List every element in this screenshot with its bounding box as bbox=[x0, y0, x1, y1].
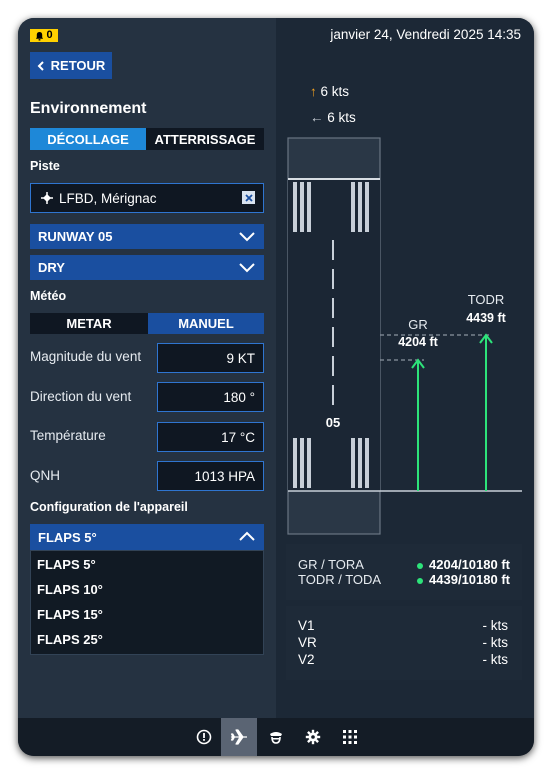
left-panel: 0 RETOUR Environnement DÉCOLLAGE ATTERRI… bbox=[18, 18, 276, 718]
clear-icon[interactable] bbox=[242, 191, 255, 204]
gr-tora-value: 4204/10180 ft bbox=[417, 557, 510, 572]
tab-atterrissage[interactable]: ATTERRISSAGE bbox=[146, 128, 264, 150]
flaps-option[interactable]: FLAPS 25° bbox=[37, 632, 103, 647]
v2-value: - kts bbox=[482, 652, 509, 667]
pilot-icon bbox=[270, 732, 282, 744]
chevron-down-icon bbox=[239, 232, 255, 242]
surface-select-value: DRY bbox=[38, 260, 65, 275]
flaps-select[interactable]: FLAPS 5° bbox=[30, 524, 264, 550]
surface-select[interactable]: DRY bbox=[30, 255, 264, 280]
nav-apps[interactable] bbox=[332, 718, 368, 756]
tablet-screen: 0 RETOUR Environnement DÉCOLLAGE ATTERRI… bbox=[18, 18, 534, 756]
back-button[interactable]: RETOUR bbox=[30, 52, 112, 79]
weather-section-label: Météo bbox=[30, 289, 67, 303]
flaps-option[interactable]: FLAPS 5° bbox=[37, 557, 96, 572]
wind-magnitude-input[interactable]: 9 KT bbox=[157, 343, 264, 373]
status-dot-icon bbox=[417, 577, 424, 584]
vr-label: VR bbox=[298, 635, 317, 650]
qnh-input[interactable]: 1013 HPA bbox=[157, 461, 264, 491]
v1-label: V1 bbox=[298, 618, 315, 633]
gr-arrow bbox=[411, 358, 425, 491]
airplane-icon bbox=[230, 729, 247, 745]
gr-value: 4204 ft bbox=[398, 335, 438, 349]
chevron-down-icon bbox=[239, 263, 255, 273]
flaps-menu: FLAPS 5° FLAPS 10° FLAPS 15° FLAPS 25° bbox=[30, 550, 264, 655]
gr-tora-label: GR / TORA bbox=[298, 557, 364, 572]
location-target-icon bbox=[41, 192, 53, 204]
apps-icon bbox=[343, 730, 357, 744]
todr-value: 4439 ft bbox=[466, 311, 506, 325]
aircraft-section-label: Configuration de l'appareil bbox=[30, 500, 188, 514]
nav-info[interactable] bbox=[186, 718, 222, 756]
todr-toda-label: TODR / TODA bbox=[298, 572, 382, 587]
alert-count: 0 bbox=[46, 29, 53, 41]
todr-arrow bbox=[479, 333, 493, 491]
v2-label: V2 bbox=[298, 652, 315, 667]
results-box: GR / TORA 4204/10180 ft TODR / TODA 4439… bbox=[286, 544, 522, 600]
bottom-nav bbox=[18, 718, 534, 756]
todr-toda-text: 4439/10180 ft bbox=[429, 572, 510, 587]
nav-pilot[interactable] bbox=[258, 718, 294, 756]
chevron-left-icon bbox=[37, 60, 44, 71]
tab-metar[interactable]: METAR bbox=[30, 313, 148, 334]
info-icon bbox=[196, 729, 212, 745]
temperature-label: Température bbox=[30, 428, 106, 443]
gear-icon bbox=[305, 729, 321, 745]
alert-badge[interactable]: 0 bbox=[30, 29, 58, 42]
runway-number: 05 bbox=[326, 415, 340, 430]
flaps-option[interactable]: FLAPS 15° bbox=[37, 607, 103, 622]
v1-value: - kts bbox=[482, 618, 509, 633]
vr-value: - kts bbox=[482, 635, 509, 650]
environment-title: Environnement bbox=[30, 100, 147, 117]
todr-toda-value: 4439/10180 ft bbox=[417, 572, 510, 587]
bell-icon bbox=[36, 31, 44, 40]
nav-airplane[interactable] bbox=[221, 718, 257, 756]
flaps-select-value: FLAPS 5° bbox=[38, 529, 97, 545]
tab-decollage[interactable]: DÉCOLLAGE bbox=[30, 128, 146, 150]
speeds-box: V1 - kts VR - kts V2 - kts bbox=[286, 606, 522, 680]
runway-select[interactable]: RUNWAY 05 bbox=[30, 224, 264, 249]
todr-label: TODR bbox=[468, 292, 505, 307]
status-dot-icon bbox=[417, 562, 424, 569]
airport-field[interactable]: LFBD, Mérignac bbox=[30, 183, 264, 213]
nav-settings[interactable] bbox=[295, 718, 331, 756]
runway-diagram: 05 GR 4204 ft TODR 4439 ft bbox=[287, 137, 522, 535]
gr-tora-text: 4204/10180 ft bbox=[429, 557, 510, 572]
flaps-option[interactable]: FLAPS 10° bbox=[37, 582, 103, 597]
wind-direction-input[interactable]: 180 ° bbox=[157, 382, 264, 412]
temperature-input[interactable]: 17 °C bbox=[157, 422, 264, 452]
qnh-label: QNH bbox=[30, 468, 60, 483]
wind-direction-label: Direction du vent bbox=[30, 389, 132, 404]
gr-label: GR bbox=[408, 317, 428, 332]
runway-section-label: Piste bbox=[30, 159, 60, 173]
airport-value: LFBD, Mérignac bbox=[59, 190, 157, 206]
chevron-up-icon bbox=[239, 531, 255, 541]
back-label: RETOUR bbox=[50, 58, 106, 73]
wind-magnitude-label: Magnitude du vent bbox=[30, 349, 142, 364]
right-panel: janvier 24, Vendredi 2025 14:35 ↑ 6 kts … bbox=[276, 18, 534, 718]
tab-manuel[interactable]: MANUEL bbox=[148, 313, 264, 334]
runway-select-value: RUNWAY 05 bbox=[38, 229, 113, 244]
